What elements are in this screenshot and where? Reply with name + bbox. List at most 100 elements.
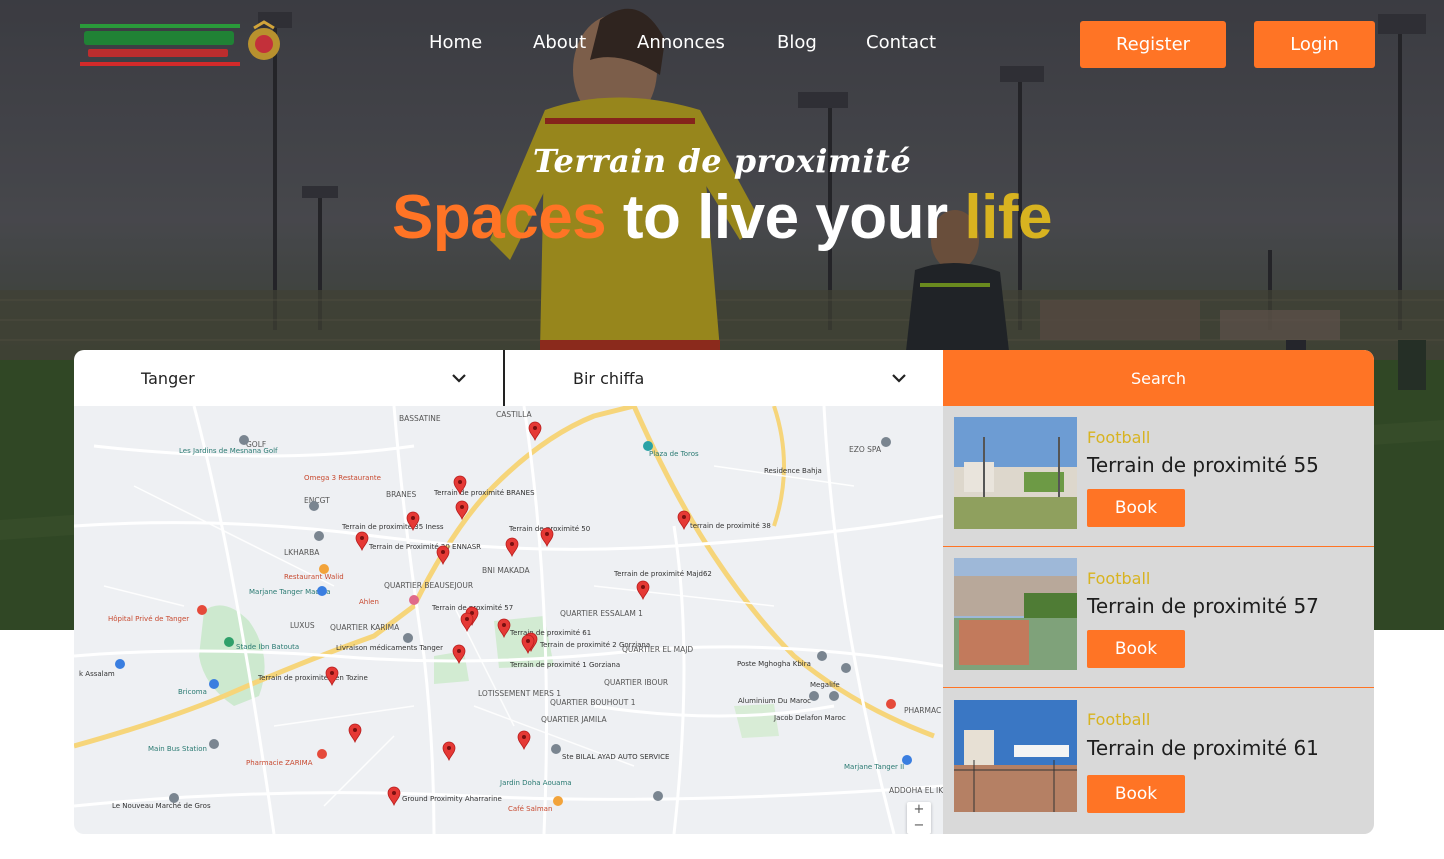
hero-headline: Spaces to live your life [0, 182, 1444, 253]
nav-blog-link[interactable]: Blog [777, 32, 817, 53]
map-label: Omega 3 Restaurante [304, 474, 381, 482]
result-card: Football Terrain de proximité 55 Book [943, 406, 1374, 547]
map-poi-icon[interactable] [809, 691, 819, 701]
map-poi-icon[interactable] [881, 437, 891, 447]
chevron-down-icon [452, 374, 466, 383]
map-pin-icon[interactable] [460, 612, 474, 633]
map-pin-icon[interactable] [540, 527, 554, 548]
map-canvas[interactable]: BASSATINE CASTILLAPlaza de TorosLes Jardi… [74, 406, 943, 834]
map-pin-icon[interactable] [517, 730, 531, 751]
search-button[interactable]: Search [943, 350, 1374, 406]
map-pin-icon[interactable] [387, 786, 401, 807]
nav-contact-link[interactable]: Contact [866, 32, 936, 53]
map-label: Terrain de proximité 1 Gorziana [509, 661, 620, 669]
map-label: Terrain de proximité Majd62 [613, 570, 712, 578]
map-poi-icon[interactable] [841, 663, 851, 673]
map-pin-icon[interactable] [442, 741, 456, 762]
map-label: Terrain de proximité 35 Iness [341, 523, 444, 531]
map-label: terrain de proximité 38 [690, 522, 771, 530]
result-thumbnail [954, 417, 1077, 529]
map-poi-icon[interactable] [239, 435, 249, 445]
map-label: Ste BILAL AYAD AUTO SERVICE [562, 753, 669, 761]
map-label: Jacob Delafon Maroc [773, 714, 846, 722]
result-title: Terrain de proximité 55 [1087, 453, 1319, 477]
map-pin-icon[interactable] [325, 666, 339, 687]
map-poi-icon[interactable] [643, 441, 653, 451]
map-poi-icon[interactable] [902, 755, 912, 765]
map-pin-icon[interactable] [355, 531, 369, 552]
map-label: BNI MAKADA [482, 566, 531, 575]
map-label: Le Nouveau Marché de Gros [112, 802, 211, 810]
map-poi-icon[interactable] [817, 651, 827, 661]
map-label: QUARTIER IBOUR [604, 678, 668, 687]
map-poi-icon[interactable] [403, 633, 413, 643]
map-pin-icon[interactable] [636, 580, 650, 601]
map-poi-icon[interactable] [209, 739, 219, 749]
results-list: Football Terrain de proximité 55 Book Fo… [943, 406, 1374, 834]
map-label: QUARTIER JAMILA [541, 715, 608, 724]
map-label: QUARTIER BOUHOUT 1 [550, 698, 636, 707]
result-sport: Football [1087, 428, 1151, 447]
map-label: PHARMAC [904, 706, 941, 715]
map-poi-icon[interactable] [553, 796, 563, 806]
city-select[interactable]: Tanger [74, 350, 503, 406]
map-label: ADDOHA EL IKHLASS [889, 786, 943, 795]
map-label: Terrain de proximité BRANES [433, 489, 535, 497]
nav-about-link[interactable]: About [533, 32, 586, 53]
map-poi-icon[interactable] [317, 749, 327, 759]
map-poi-icon[interactable] [209, 679, 219, 689]
map-label: Poste Mghogha Kbira [737, 660, 811, 668]
zoom-out-button[interactable]: − [907, 818, 931, 834]
book-button[interactable]: Book [1087, 489, 1185, 527]
district-select-value: Bir chiffa [573, 368, 645, 388]
login-button[interactable]: Login [1254, 21, 1375, 68]
chevron-down-icon [892, 374, 906, 383]
book-button[interactable]: Book [1087, 630, 1185, 668]
nav-annonces-link[interactable]: Annonces [637, 32, 725, 53]
map-poi-icon[interactable] [224, 637, 234, 647]
headline-word-to-live-your: to live your [622, 183, 948, 252]
map-poi-icon[interactable] [309, 501, 319, 511]
map-label: QUARTIER KARIMA [330, 623, 400, 632]
map-label: Pharmacie ZARIMA [246, 759, 313, 767]
map-poi-icon[interactable] [314, 531, 324, 541]
map-poi-icon[interactable] [169, 793, 179, 803]
map-poi-icon[interactable] [317, 586, 327, 596]
district-select[interactable]: Bir chiffa [505, 350, 943, 406]
map-poi-icon[interactable] [886, 699, 896, 709]
register-button[interactable]: Register [1080, 21, 1226, 68]
map-poi-icon[interactable] [409, 595, 419, 605]
result-card: Football Terrain de proximité 61 Book [943, 688, 1374, 829]
map-label: LUXUS [290, 621, 315, 630]
zoom-in-button[interactable]: + [907, 802, 931, 818]
map-label: LKHARBA [284, 548, 320, 557]
page: Home About Annonces Blog Contact Registe… [0, 0, 1444, 859]
map-pin-icon[interactable] [677, 510, 691, 531]
map-label: Terrain de Proximité 20 ENNASR [368, 543, 481, 551]
map-poi-icon[interactable] [197, 605, 207, 615]
map-label: Terrain de proximité 61 [509, 629, 591, 637]
map-pin-icon[interactable] [528, 421, 542, 442]
map-view[interactable]: BASSATINE CASTILLA Plaza de Toros Les Jardi… [74, 406, 943, 834]
map-label: k Assalam [79, 670, 115, 678]
city-select-value: Tanger [141, 368, 195, 388]
map-poi-icon[interactable] [115, 659, 125, 669]
map-label: QUARTIER EL MAJD [622, 645, 693, 654]
book-button[interactable]: Book [1087, 775, 1185, 813]
result-sport: Football [1087, 569, 1151, 588]
map-label: Aluminium Du Maroc [738, 697, 811, 705]
map-poi-icon[interactable] [829, 691, 839, 701]
map-pin-icon[interactable] [505, 537, 519, 558]
result-thumbnail [954, 558, 1077, 670]
result-card: Football Terrain de proximité 57 Book [943, 547, 1374, 688]
map-label: EZO SPA [849, 445, 882, 454]
map-pin-icon[interactable] [348, 723, 362, 744]
map-label: Megalife [810, 681, 840, 689]
nav-home-link[interactable]: Home [429, 32, 482, 53]
map-poi-icon[interactable] [551, 744, 561, 754]
map-poi-icon[interactable] [653, 791, 663, 801]
map-zoom-control: + − [907, 802, 931, 834]
result-sport: Football [1087, 710, 1151, 729]
map-poi-icon[interactable] [319, 564, 329, 574]
hero-tagline: Terrain de proximité [532, 142, 912, 180]
